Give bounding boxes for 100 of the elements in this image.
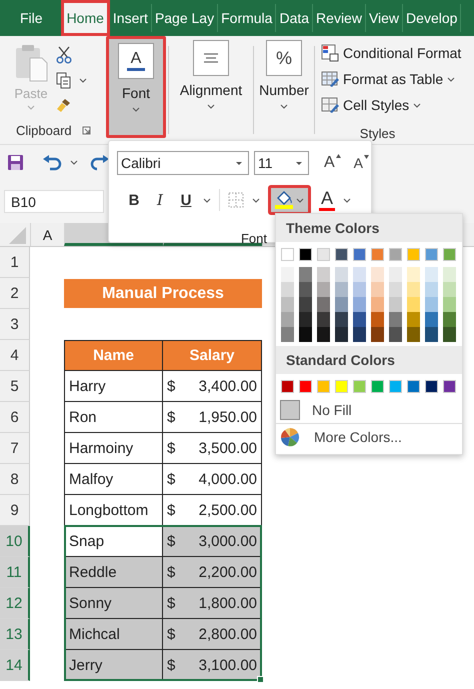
increase-font-size-button[interactable]: A [324,154,341,172]
color-swatch[interactable] [281,380,294,393]
color-swatch[interactable] [281,248,294,261]
color-swatch[interactable] [389,282,402,297]
styles-command[interactable]: Conditional Format [321,42,474,64]
color-swatch[interactable] [389,267,402,282]
color-swatch[interactable] [299,327,312,342]
color-swatch[interactable] [443,312,456,327]
color-swatch[interactable] [443,380,456,393]
row-header[interactable]: 14 [0,650,30,681]
color-swatch[interactable] [335,267,348,282]
color-swatch[interactable] [335,312,348,327]
color-swatch[interactable] [299,380,312,393]
ribbon-tab[interactable]: Data [276,4,314,32]
bold-button[interactable]: B [125,192,143,208]
ribbon-group-button[interactable]: % Number [256,36,312,138]
color-swatch[interactable] [407,267,420,282]
styles-command[interactable]: Format as Table [321,68,474,90]
ribbon-tab[interactable]: Home [60,0,110,36]
ribbon-tab[interactable]: Review [313,4,366,32]
ribbon-tab[interactable]: Develop [403,4,462,32]
font-color-button[interactable]: A [319,189,336,211]
color-swatch[interactable] [407,380,420,393]
color-swatch[interactable] [371,312,384,327]
row-header[interactable]: 11 [0,557,30,588]
color-swatch[interactable] [425,267,438,282]
color-swatch[interactable] [281,327,294,342]
color-swatch[interactable] [299,312,312,327]
color-swatch[interactable] [281,282,294,297]
color-swatch[interactable] [371,282,384,297]
color-swatch[interactable] [299,267,312,282]
color-swatch[interactable] [353,380,366,393]
color-swatch[interactable] [443,327,456,342]
italic-button[interactable]: I [151,191,169,209]
ribbon-group-button[interactable]: Alignment [171,36,251,138]
launcher-icon[interactable] [82,126,91,135]
caret-icon[interactable] [203,198,211,202]
row-header[interactable]: 12 [0,588,30,619]
color-swatch[interactable] [335,282,348,297]
no-fill-option[interactable]: No Fill [276,397,462,423]
color-swatch[interactable] [443,267,456,282]
color-swatch[interactable] [443,282,456,297]
color-swatch[interactable] [317,248,330,261]
color-swatch[interactable] [317,297,330,312]
copy-icon[interactable] [56,72,72,89]
ribbon-tab[interactable]: Insert [110,4,152,32]
color-swatch[interactable] [299,248,312,261]
color-swatch[interactable] [389,297,402,312]
row-header[interactable]: 1 [0,247,30,278]
color-swatch[interactable] [371,380,384,393]
color-swatch[interactable] [443,248,456,261]
color-swatch[interactable] [407,312,420,327]
color-swatch[interactable] [317,282,330,297]
color-swatch[interactable] [281,297,294,312]
color-swatch[interactable] [389,312,402,327]
ribbon-tab[interactable]: File [0,4,61,32]
color-swatch[interactable] [335,380,348,393]
row-header[interactable]: 2 [0,278,30,309]
color-swatch[interactable] [353,327,366,342]
color-swatch[interactable] [335,297,348,312]
row-header[interactable]: 5 [0,371,30,402]
save-icon[interactable] [7,154,24,171]
color-swatch[interactable] [425,248,438,261]
row-header[interactable]: 8 [0,464,30,495]
caret-icon[interactable] [252,198,260,202]
fill-color-button[interactable] [268,185,311,215]
more-colors-option[interactable]: More Colors... [276,423,462,450]
color-swatch[interactable] [353,267,366,282]
color-swatch[interactable] [299,282,312,297]
row-header[interactable]: 13 [0,619,30,650]
ribbon-tab[interactable]: View [366,4,404,32]
color-swatch[interactable] [407,248,420,261]
styles-command[interactable]: Cell Styles [321,94,474,116]
row-header[interactable]: 4 [0,340,30,371]
ribbon-tab[interactable]: Page Lay [152,4,218,32]
color-swatch[interactable] [389,327,402,342]
color-swatch[interactable] [281,267,294,282]
color-swatch[interactable] [389,380,402,393]
color-swatch[interactable] [407,282,420,297]
borders-icon[interactable] [228,192,244,208]
color-swatch[interactable] [281,312,294,327]
color-swatch[interactable] [371,297,384,312]
color-swatch[interactable] [335,248,348,261]
color-swatch[interactable] [425,282,438,297]
color-swatch[interactable] [299,297,312,312]
color-swatch[interactable] [443,297,456,312]
decrease-font-size-button[interactable]: A [354,155,370,171]
color-swatch[interactable] [389,248,402,261]
ribbon-tab[interactable]: Formula [218,4,276,32]
font-name-dropdown[interactable]: Calibri [117,151,249,175]
undo-icon[interactable] [42,154,62,170]
ribbon-group-button[interactable]: A Font [106,36,166,138]
color-swatch[interactable] [335,327,348,342]
row-header[interactable]: 10 [0,526,30,557]
color-swatch[interactable] [425,297,438,312]
color-swatch[interactable] [317,267,330,282]
caret-icon[interactable] [79,78,87,83]
color-swatch[interactable] [317,312,330,327]
font-size-dropdown[interactable]: 11 [254,151,309,175]
caret-icon[interactable] [70,160,78,165]
